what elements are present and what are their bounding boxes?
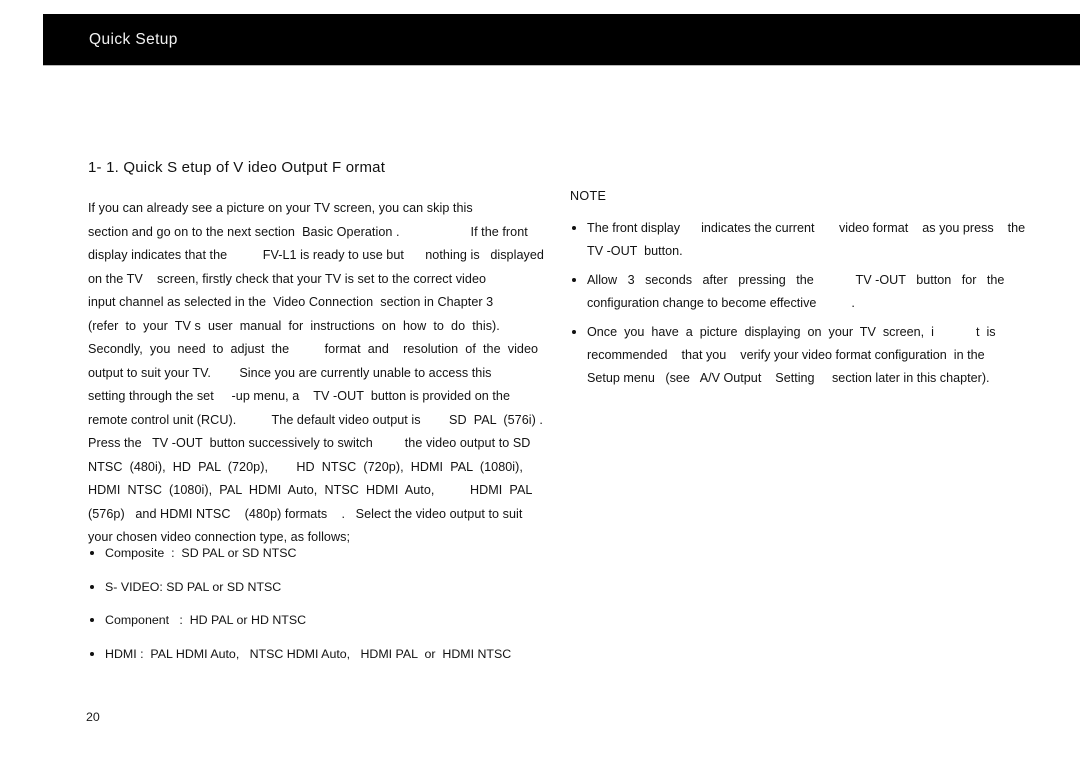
note-title: NOTE — [570, 189, 607, 203]
paragraph-line: NTSC (480i), HD PAL (720p), HD NTSC (720… — [88, 459, 523, 474]
bullet-dot-icon — [90, 551, 94, 555]
paragraph-line: display indicates that the FV-L1 is read… — [88, 248, 544, 262]
page-header-bar: Quick Setup — [43, 14, 1080, 65]
list-item: Composite : SD PAL or SD NTSC — [88, 542, 518, 565]
connection-type-list: Composite : SD PAL or SD NTSC S- VIDEO: … — [88, 542, 518, 676]
list-item: S- VIDEO: SD PAL or SD NTSC — [88, 576, 518, 599]
list-item: The front display indicates the current … — [570, 217, 1026, 263]
paragraph-line: remote control unit (RCU). The default v… — [88, 412, 543, 427]
page-header-title: Quick Setup — [89, 30, 178, 48]
list-item-line: Composite : SD PAL or SD NTSC — [105, 546, 297, 560]
paragraph-line: Press the TV -OUT button successively to… — [88, 436, 531, 450]
list-item-line: Setup menu (see A/V Output Setting secti… — [587, 371, 990, 385]
left-column: If you can already see a picture on your… — [88, 197, 544, 550]
document-page: 1- 1. Quick S etup of V ideo Output F or… — [0, 65, 1080, 759]
paragraph-line: on the TV screen, firstly check that you… — [88, 271, 487, 286]
bullet-dot-icon — [572, 226, 576, 230]
paragraph-line: input channel as selected in the Video C… — [88, 295, 494, 309]
bullet-dot-icon — [572, 330, 576, 334]
paragraph-line: HDMI NTSC (1080i), PAL HDMI Auto, NTSC H… — [88, 483, 533, 497]
list-item: HDMI : PAL HDMI Auto, NTSC HDMI Auto, HD… — [88, 643, 518, 666]
list-item-line: Component : HD PAL or HD NTSC — [105, 613, 307, 627]
list-item-line: The front display indicates the current … — [587, 221, 1026, 235]
note-list: The front display indicates the current … — [570, 217, 1026, 390]
list-item-line: recommended that you verify your video f… — [587, 348, 985, 362]
list-item-line: HDMI : PAL HDMI Auto, NTSC HDMI Auto, HD… — [105, 646, 512, 661]
note-column: NOTE The front display indicates the cur… — [570, 185, 1026, 396]
list-item-line: configuration change to become effective… — [587, 296, 855, 310]
page-number: 20 — [86, 710, 100, 724]
paragraph-line: Secondly, you need to adjust the format … — [88, 342, 539, 356]
bullet-dot-icon — [572, 278, 576, 282]
list-item-line: Allow 3 seconds after pressing the TV -O… — [587, 273, 1005, 287]
bullet-dot-icon — [90, 584, 94, 589]
bullet-dot-icon — [90, 651, 94, 656]
paragraph-line: section and go on to the next section Ba… — [88, 224, 528, 239]
paragraph-line: If you can already see a picture on your… — [88, 201, 473, 215]
list-item: Allow 3 seconds after pressing the TV -O… — [570, 269, 1005, 315]
list-item: Once you have a picture displaying on yo… — [570, 321, 998, 390]
list-item-line: TV -OUT button. — [587, 244, 683, 258]
paragraph-line: setting through the set -up menu, a TV -… — [88, 389, 511, 403]
section-heading: 1- 1. Quick S etup of V ideo Output F or… — [88, 159, 386, 176]
bullet-dot-icon — [90, 618, 94, 622]
list-item: Component : HD PAL or HD NTSC — [88, 609, 518, 632]
list-item-line: Once you have a picture displaying on yo… — [587, 325, 996, 339]
paragraph-line: (576p) and HDMI NTSC (480p) formats . Se… — [88, 506, 523, 521]
paragraph-line: (refer to your TV s user manual for inst… — [88, 318, 500, 333]
paragraph-line: output to suit your TV. Since you are cu… — [88, 365, 492, 380]
list-item-line: S- VIDEO: SD PAL or SD NTSC — [105, 579, 282, 594]
